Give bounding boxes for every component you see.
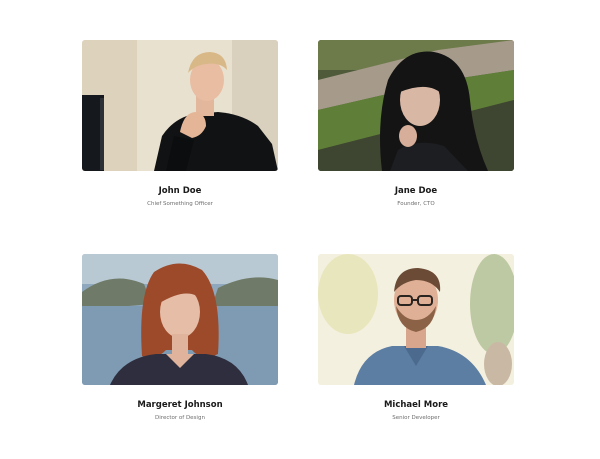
member-role: Founder, CTO — [397, 201, 435, 207]
team-member-card: Michael More Senior Developer — [318, 254, 514, 423]
member-photo — [318, 40, 514, 171]
member-name: Jane Doe — [394, 186, 438, 196]
member-role: Chief Something Officer — [147, 201, 213, 207]
member-photo — [82, 254, 278, 385]
member-name: John Doe — [158, 186, 202, 196]
team-member-card: Jane Doe Founder, CTO — [318, 40, 514, 209]
team-member-card: Margeret Johnson Director of Design — [82, 254, 278, 423]
member-role: Senior Developer — [392, 415, 440, 421]
member-role: Director of Design — [155, 415, 205, 421]
member-photo — [82, 40, 278, 171]
team-member-card: John Doe Chief Something Officer — [82, 40, 278, 209]
member-photo — [318, 254, 514, 385]
member-name: Margeret Johnson — [137, 400, 223, 410]
member-name: Michael More — [383, 400, 449, 410]
